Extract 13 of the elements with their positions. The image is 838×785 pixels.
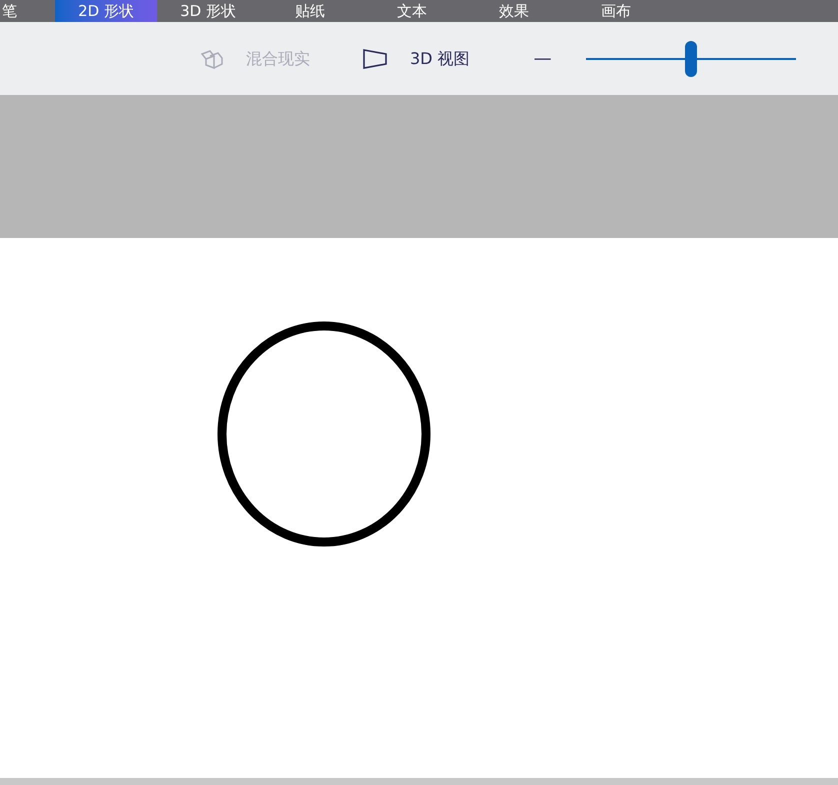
view-3d-button[interactable]: 3D 视图 <box>362 38 470 78</box>
zoom-slider[interactable] <box>586 40 796 76</box>
slider-thumb[interactable] <box>684 40 697 76</box>
tab[interactable]: 笔 <box>0 0 55 22</box>
tab[interactable]: 文本 <box>361 0 463 22</box>
tab[interactable]: 效果 <box>463 0 565 22</box>
plane-icon <box>362 48 388 70</box>
cubes-icon <box>200 48 224 70</box>
tab[interactable]: 画布 <box>565 0 667 22</box>
tab[interactable]: 3D 形状 <box>157 0 259 22</box>
tab[interactable]: 贴纸 <box>259 0 361 22</box>
zoom-out-button[interactable]: — <box>530 45 556 72</box>
tab[interactable]: 2D 形状 <box>55 0 157 22</box>
